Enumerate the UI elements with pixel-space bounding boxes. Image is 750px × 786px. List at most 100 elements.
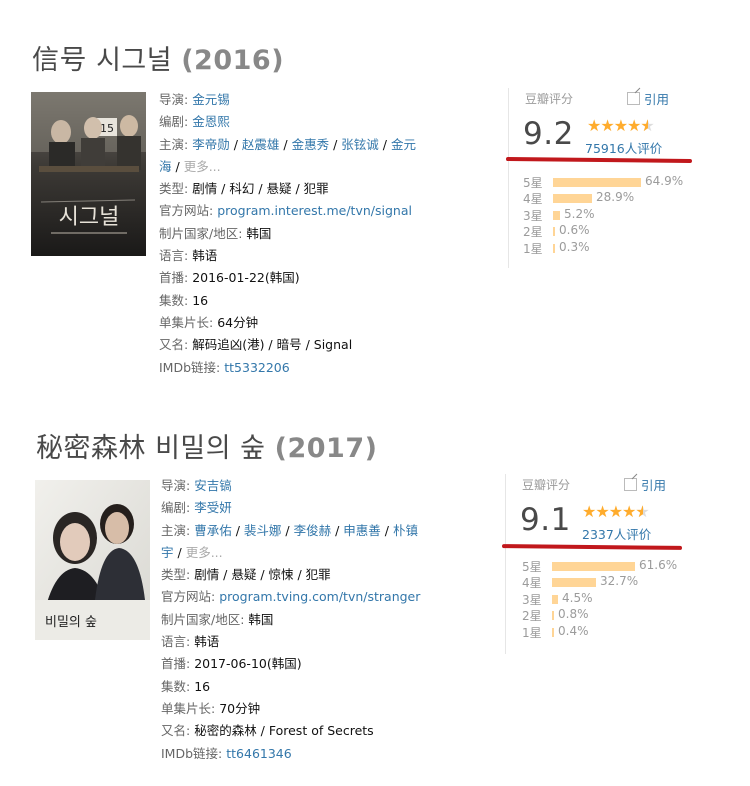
distribution-percent: 0.8% <box>558 607 589 622</box>
more-cast-link[interactable]: 更多... <box>184 159 221 174</box>
director-link[interactable]: 金元锡 <box>192 92 230 107</box>
page-title: 信号 시그널 (2016) <box>32 38 284 77</box>
genre-value: 剧情 / 悬疑 / 惊悚 / 犯罪 <box>194 567 331 583</box>
rating-stars: ★★★★★ <box>582 502 650 521</box>
tv-entry-forest-of-secrets: 秘密森林 비밀의 숲 (2017) 비밀의 숲 导演: 安吉镐 编剧: 李受妍 … <box>0 390 750 786</box>
cast-link[interactable]: 张铉诚 <box>341 137 379 152</box>
star-full-icon: ★ <box>622 502 636 521</box>
poster-image[interactable]: 비밀의 숲 <box>35 480 150 640</box>
distribution-star-label: 3星 <box>522 592 542 607</box>
cast-link[interactable]: 金元 <box>391 137 416 152</box>
genre-label: 类型: <box>161 567 191 583</box>
aka-label: 又名: <box>159 337 189 353</box>
distribution-percent: 4.5% <box>562 590 593 605</box>
language-value: 韩语 <box>192 248 218 264</box>
country-value: 韩国 <box>248 611 274 627</box>
distribution-bar <box>552 627 554 637</box>
cast-link[interactable]: 赵震雄 <box>242 137 280 152</box>
distribution-bar <box>553 194 592 204</box>
cite-button[interactable]: 引用 <box>627 89 669 108</box>
cast-label: 主演: <box>159 136 189 152</box>
info-panel: 导演: 金元锡 编剧: 金恩熙 主演: 李帝勋 / 赵震雄 / 金惠秀 / 张铉… <box>159 92 416 375</box>
douban-rating-label: 豆瓣评分 <box>522 478 571 492</box>
distribution-star-label: 5星 <box>523 176 543 190</box>
vote-count-link[interactable]: 2337人评价 <box>582 524 651 543</box>
episodes-value: 16 <box>194 678 211 694</box>
distribution-star-label: 1星 <box>522 625 542 640</box>
director-link[interactable]: 安吉镐 <box>194 478 232 493</box>
runtime-label: 单集片长: <box>159 314 214 330</box>
cast-link[interactable]: 朴镇 <box>393 523 418 538</box>
star-full-icon: ★ <box>608 502 623 521</box>
title-year: (2016) <box>181 45 285 76</box>
imdb-link[interactable]: tt6461346 <box>226 746 291 761</box>
page-title: 秘密森林 비밀의 숲 (2017) <box>36 426 377 465</box>
official-site-link[interactable]: program.tving.com/tvn/stranger <box>219 589 420 604</box>
distribution-row: 4星 32.7% <box>522 574 698 590</box>
runtime-label: 单集片长: <box>161 700 216 716</box>
distribution-bar <box>552 594 558 604</box>
official-site-link[interactable]: program.interest.me/tvn/signal <box>217 203 412 218</box>
more-cast-link[interactable]: 更多... <box>186 545 223 560</box>
distribution-bar <box>553 210 560 220</box>
writer-label: 编剧: <box>159 114 189 130</box>
cast-link[interactable]: 宇 <box>161 545 174 560</box>
star-full-icon: ★ <box>587 116 601 135</box>
premiere-value: 2016-01-22(韩国) <box>192 270 300 286</box>
rating-stars: ★★★★★ <box>587 116 655 135</box>
title-text: 信号 시그널 <box>32 45 173 76</box>
distribution-percent: 28.9% <box>596 190 635 205</box>
cast-link[interactable]: 曹承佑 <box>194 523 232 538</box>
writer-link[interactable]: 李受妍 <box>194 500 232 515</box>
episodes-value: 16 <box>192 292 209 308</box>
cast-link[interactable]: 海 <box>159 159 172 174</box>
country-label: 制片国家/地区: <box>161 611 245 627</box>
star-full-icon: ★ <box>600 116 614 135</box>
imdb-link[interactable]: tt5332206 <box>224 360 289 375</box>
cast-link[interactable]: 裴斗娜 <box>244 523 282 538</box>
star-full-icon: ★ <box>627 116 641 135</box>
tv-entry-signal: 信号 시그널 (2016) 15 시그널 导演: 金元锡 编剧: 金恩熙 主演:… <box>0 0 750 390</box>
star-half-icon: ★ <box>640 116 654 135</box>
distribution-percent: 0.4% <box>558 623 589 638</box>
star-full-icon: ★ <box>613 116 628 135</box>
title-text: 秘密森林 비밀의 숲 <box>36 433 266 464</box>
cast-link[interactable]: 李帝勋 <box>192 137 230 152</box>
runtime-value: 70分钟 <box>219 700 261 716</box>
distribution-percent: 5.2% <box>564 206 595 221</box>
cast-link[interactable]: 申惠善 <box>343 523 381 538</box>
cite-label: 引用 <box>641 478 667 493</box>
distribution-star-label: 1星 <box>523 241 543 256</box>
star-half-icon: ★ <box>635 502 649 521</box>
distribution-bar <box>553 227 555 237</box>
distribution-bar <box>552 578 596 588</box>
rating-panel: 豆瓣评分 引用 9.2 ★★★★★ 75916人评价 5星64.9% 4星28.… <box>508 88 699 268</box>
external-link-icon <box>624 478 637 491</box>
distribution-star-label: 4星 <box>523 192 543 207</box>
premiere-label: 首播: <box>161 656 191 672</box>
site-label: 官方网站: <box>161 589 216 605</box>
site-label: 官方网站: <box>159 203 214 219</box>
poster-art: 15 시그널 <box>31 92 146 256</box>
vote-count-link[interactable]: 75916人评价 <box>585 138 662 157</box>
cast-link[interactable]: 金惠秀 <box>292 137 330 152</box>
country-label: 制片国家/地区: <box>159 225 243 241</box>
svg-text:15: 15 <box>100 122 114 135</box>
cite-button[interactable]: 引用 <box>624 475 666 494</box>
runtime-value: 64分钟 <box>217 314 259 330</box>
poster-image[interactable]: 15 시그널 <box>31 92 146 256</box>
writer-link[interactable]: 金恩熙 <box>192 114 230 129</box>
distribution-row: 2星 0.6% <box>523 223 699 239</box>
rating-distribution: 5星 64.9% 4星 28.9% 3星 5.2% 2星 0.6% 1星 0.3% <box>523 174 699 256</box>
cast-label: 主演: <box>161 522 191 538</box>
genre-value: 剧情 / 科幻 / 悬疑 / 犯罪 <box>192 181 329 197</box>
distribution-bar <box>552 611 554 621</box>
distribution-row: 5星 64.9% <box>523 174 699 190</box>
distribution-star-label: 2星 <box>523 225 543 240</box>
premiere-value: 2017-06-10(韩国) <box>194 656 302 672</box>
cast-link[interactable]: 李俊赫 <box>294 523 332 538</box>
distribution-row: 2星 0.8% <box>522 607 698 623</box>
language-value: 韩语 <box>194 634 220 650</box>
external-link-icon <box>627 92 640 105</box>
cite-label: 引用 <box>644 92 670 107</box>
